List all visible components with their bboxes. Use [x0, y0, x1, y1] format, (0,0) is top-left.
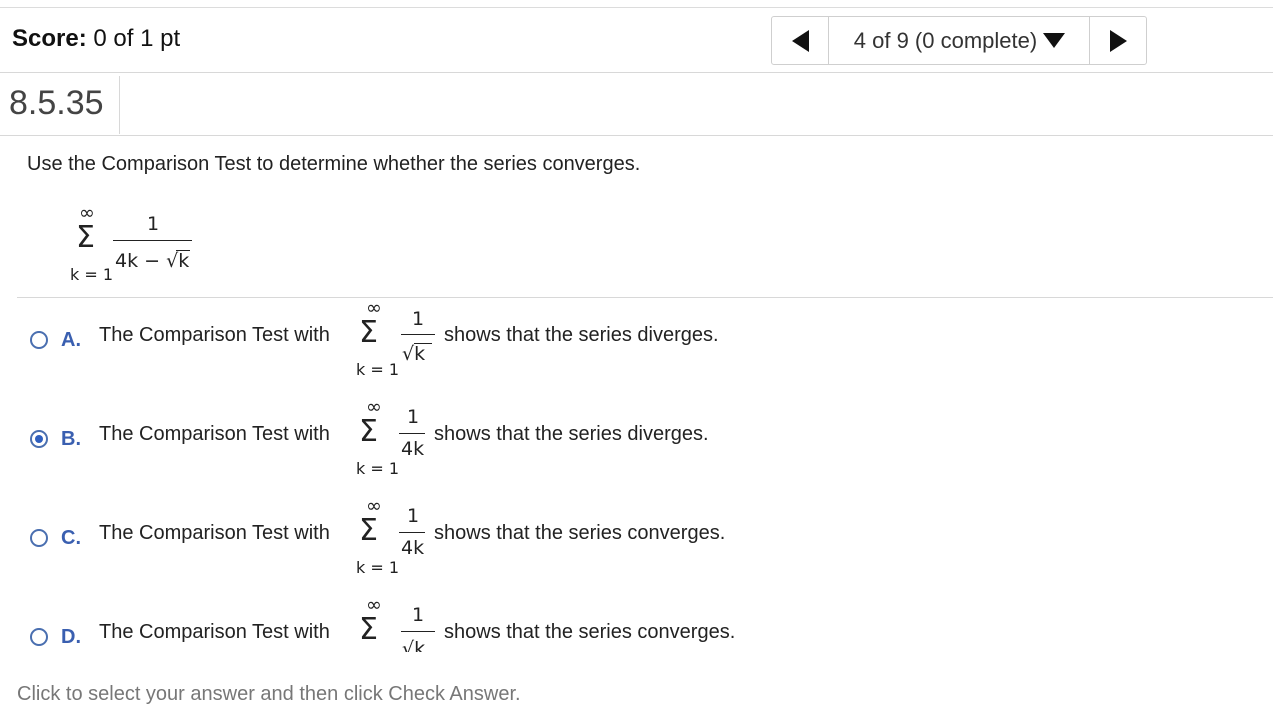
sigma-icon: Σ — [359, 513, 378, 548]
option-denominator: √k — [402, 638, 425, 652]
radicand: k — [414, 638, 426, 652]
series-denominator: 4k − √k — [115, 250, 189, 272]
option-suffix: shows that the series diverges. — [434, 423, 709, 445]
score-value: 0 of 1 pt — [93, 25, 181, 52]
fraction-bar — [113, 240, 192, 241]
arrow-right-icon — [1109, 29, 1127, 52]
question-prompt: Use the Comparison Test to determine whe… — [27, 153, 641, 175]
previous-question-button[interactable] — [772, 17, 829, 64]
option-numerator: 1 — [407, 505, 420, 527]
sqrt-icon: √ — [402, 638, 415, 652]
option-prefix: The Comparison Test with — [99, 423, 330, 445]
sigma-icon: Σ — [359, 315, 378, 350]
radicand: k — [178, 250, 190, 272]
radio-option-a[interactable] — [30, 331, 48, 349]
option-suffix: shows that the series diverges. — [444, 324, 719, 346]
option-letter: B. — [61, 428, 81, 450]
fraction-bar — [401, 334, 435, 335]
sqrt-vinculum — [176, 250, 190, 251]
sum-lower-limit: k = 1 — [356, 558, 400, 577]
next-question-button[interactable] — [1089, 17, 1146, 64]
denominator-prefix: 4k − — [115, 250, 161, 272]
sigma-icon: Σ — [359, 612, 378, 647]
option-letter: C. — [61, 527, 81, 549]
option-denominator: √k — [402, 343, 425, 365]
question-number: 8.5.35 — [9, 84, 104, 122]
answer-divider — [17, 297, 1273, 298]
fraction-bar — [399, 433, 425, 434]
sigma-icon: Σ — [359, 414, 378, 449]
sum-lower-limit: k = 1 — [356, 459, 400, 478]
header-divider — [0, 72, 1273, 73]
option-prefix: The Comparison Test with — [99, 324, 330, 346]
caret-down-icon — [1043, 33, 1066, 48]
option-suffix: shows that the series converges. — [434, 522, 726, 544]
fraction-bar — [399, 532, 425, 533]
option-numerator: 1 — [412, 308, 425, 330]
radio-option-d[interactable] — [30, 628, 48, 646]
question-navigator: 4 of 9 (0 complete) — [771, 16, 1147, 65]
arrow-left-icon — [791, 29, 809, 52]
question-position-label: 4 of 9 (0 complete) — [853, 27, 1038, 53]
sum-lower-limit: k = 1 — [356, 360, 400, 379]
option-numerator: 1 — [407, 406, 420, 428]
question-position-dropdown[interactable]: 4 of 9 (0 complete) — [829, 17, 1090, 64]
option-prefix: The Comparison Test with — [99, 522, 330, 544]
option-letter: A. — [61, 329, 81, 351]
sum-lower-limit: k = 1 — [70, 265, 114, 284]
option-denominator: 4k — [401, 438, 425, 460]
radicand: k — [414, 343, 426, 365]
footer-instruction: Click to select your answer and then cli… — [17, 683, 521, 705]
option-prefix: The Comparison Test with — [99, 621, 330, 643]
fraction-bar — [401, 631, 435, 632]
radio-option-b[interactable] — [30, 430, 48, 448]
top-divider — [0, 7, 1273, 8]
score-label: Score: — [12, 25, 87, 52]
option-denominator: 4k — [401, 537, 425, 559]
sqrt-icon: √ — [402, 343, 415, 365]
option-letter: D. — [61, 626, 81, 648]
series-numerator: 1 — [147, 213, 160, 235]
option-numerator: 1 — [412, 604, 425, 626]
sigma-icon: Σ — [76, 220, 95, 255]
question-number-divider — [0, 135, 1273, 136]
question-number-border — [119, 76, 120, 134]
sqrt-icon: √ — [166, 250, 179, 272]
score-display: Score: 0 of 1 pt — [12, 25, 180, 53]
radio-option-c[interactable] — [30, 529, 48, 547]
option-suffix: shows that the series converges. — [444, 621, 736, 643]
sqrt-vinculum — [414, 343, 432, 344]
